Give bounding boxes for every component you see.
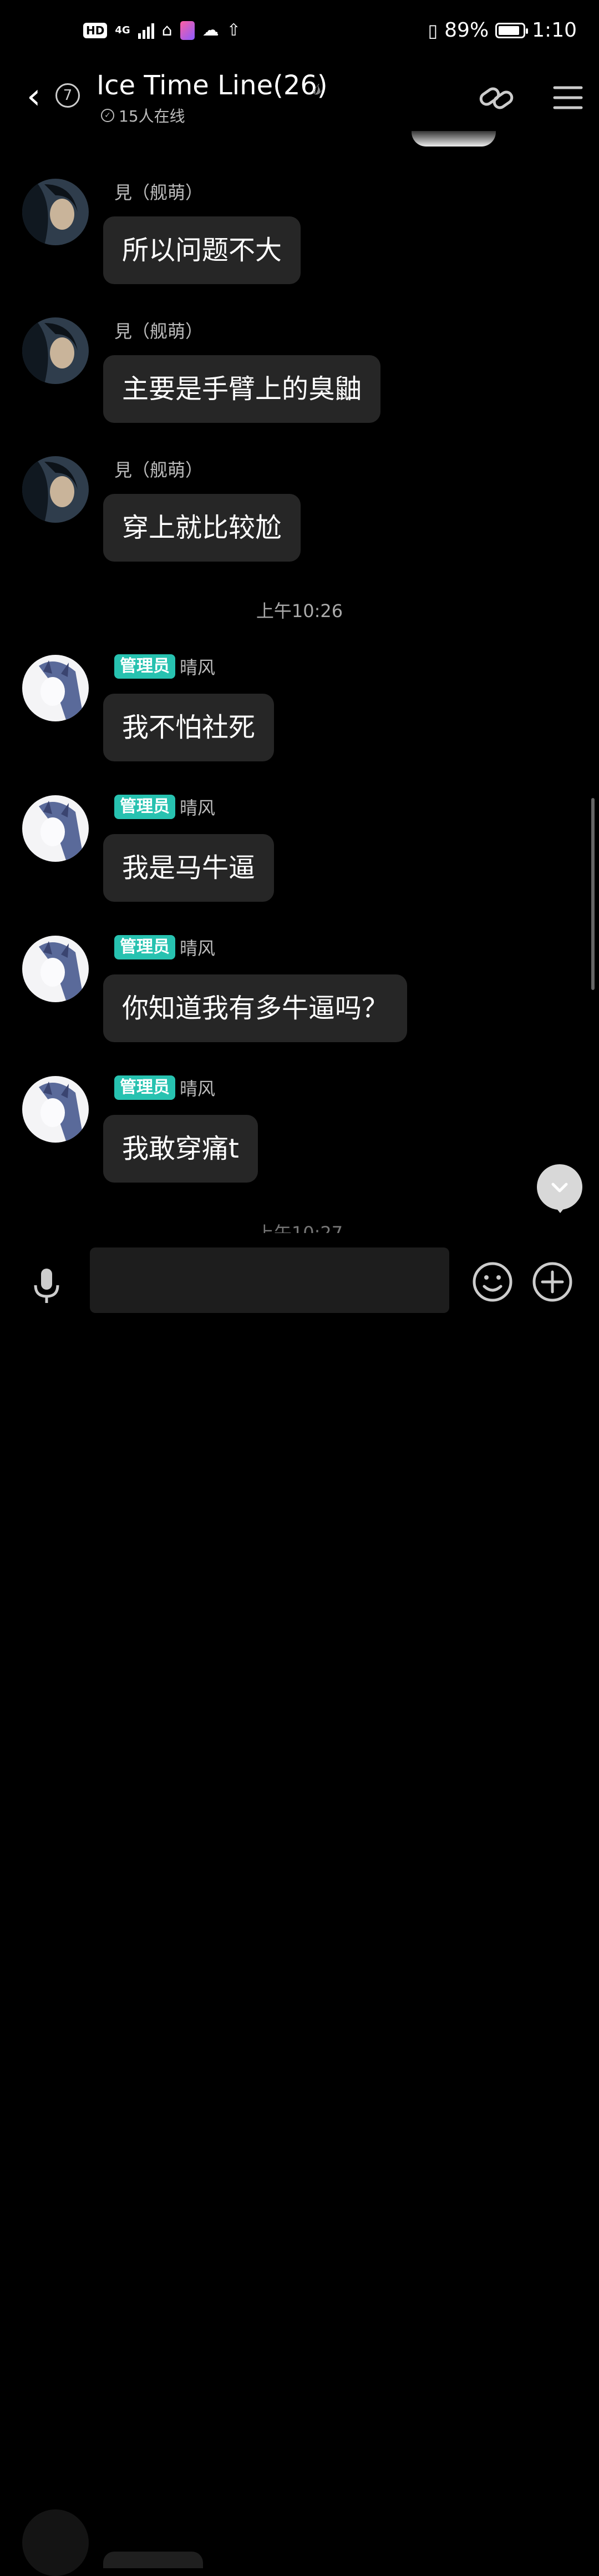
unread-count-badge[interactable]: 7 [55,83,80,108]
clock: 1:10 [532,19,577,42]
link-icon[interactable] [477,78,517,118]
vibrate-icon: ▯ [428,19,438,41]
sender-name: 晴风 [180,938,216,959]
image-message-peek[interactable] [412,131,496,147]
message-bubble[interactable]: 我是马牛逼 [103,834,275,902]
plus-icon[interactable] [531,1261,573,1303]
timestamp: 上午10:26 [256,600,343,622]
avatar[interactable] [22,317,89,384]
admin-badge: 管理员 [114,795,175,819]
sender-row: 見（舰萌） [114,179,203,204]
admin-badge: 管理员 [114,654,175,679]
sender-row: 管理员 晴风 [114,654,215,679]
timestamp: 上午10:27 [256,1223,343,1233]
message-bubble-peek [103,2552,203,2568]
battery-fill [499,26,520,35]
sender-name: 見（舰萌） [114,459,204,481]
ear-icon[interactable]: 𝓈 [313,72,322,100]
sender-row: 見（舰萌） [114,317,203,343]
status-left: HD 4G ⌂ ☁ ⇧ [83,21,241,40]
sender-row: 管理员 晴风 [114,935,215,960]
microphone-icon[interactable] [27,1266,67,1306]
menu-icon[interactable] [548,78,588,118]
admin-badge: 管理员 [114,935,175,959]
message-bubble[interactable]: 主要是手臂上的臭鼬 [103,355,381,423]
sender-name: 晴风 [180,797,216,819]
admin-badge: 管理员 [114,1075,175,1100]
online-status: ✓ 15人在线 [101,104,185,127]
sender-name: 見（舰萌） [114,321,204,342]
avatar[interactable] [22,936,89,1002]
battery-percent: 89% [444,19,489,42]
sender-row: 管理员 晴风 [114,794,215,820]
message-bubble[interactable]: 我敢穿痛t [103,1115,258,1183]
avatar[interactable] [22,1076,89,1143]
emoji-icon[interactable] [471,1261,514,1303]
message-bubble[interactable]: 我不怕社死 [103,694,275,761]
avatar[interactable] [22,179,89,245]
group-title[interactable]: Ice Time Line(26) [97,70,328,101]
message-bubble[interactable]: 穿上就比较尬 [103,494,301,562]
check-circle-icon: ✓ [101,109,114,122]
bag-icon: ⌂ [161,21,172,40]
status-right: ▯ 89% 1:10 [428,19,577,42]
battery-icon [495,22,529,38]
sender-name: 見（舰萌） [114,182,204,203]
hd-icon: HD [83,23,108,38]
network-type: 4G [115,24,130,36]
input-bar [0,1233,599,2576]
avatar[interactable] [22,655,89,721]
signal-icon [138,22,154,39]
chevron-down-icon [551,1183,568,1193]
message-bubble[interactable]: 所以问题不大 [103,216,301,284]
avatar[interactable] [22,795,89,862]
sender-row: 見（舰萌） [114,456,203,482]
sender-row: 管理员 晴风 [114,1075,215,1100]
online-count: 15人在线 [119,107,185,125]
sender-name: 晴风 [180,657,216,678]
upload-icon: ⇧ [226,21,241,40]
status-bar: HD 4G ⌂ ☁ ⇧ ▯ 89% 1:10 [0,0,599,67]
scrollbar[interactable] [591,798,595,990]
message-bubble[interactable]: 你知道我有多牛逼吗？ [103,974,408,1042]
back-arrow-icon[interactable]: ‹ [27,79,41,114]
cloud-icon: ☁ [202,21,219,40]
message-input[interactable] [90,1247,449,1313]
chat-header: ‹ 7 Ice Time Line(26) 𝓈 ✓ 15人在线 [0,67,599,133]
avatar[interactable] [22,456,89,523]
scroll-to-bottom-button[interactable] [537,1164,582,1213]
avatar [22,2509,89,2576]
app-notification-icon [180,21,195,40]
sender-name: 晴风 [180,1078,216,1099]
